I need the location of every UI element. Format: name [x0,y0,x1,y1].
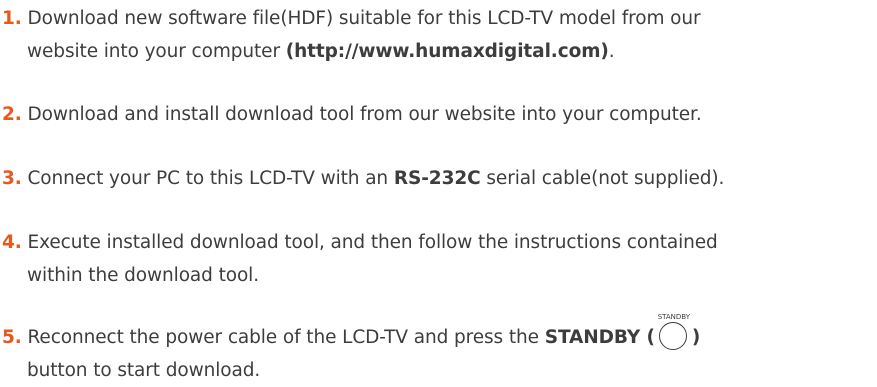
step-5: 5. Reconnect the power cable of the LCD-… [2,313,872,387]
step-text: Execute installed download tool, and the… [21,232,718,253]
step-2: 2. Download and install download tool fr… [2,98,872,131]
step-text: within the download tool. [27,265,259,286]
step-text: Reconnect the power cable of the LCD-TV … [21,327,545,348]
step-number: 5. [2,327,22,348]
step-text: . [608,41,615,62]
standby-button-icon: STANDBY [657,313,691,350]
step-text: Connect your PC to this LCD-TV with an [21,168,394,189]
standby-label-close: ) [691,327,701,348]
step-text: website into your computer [27,41,286,62]
cable-type: RS-232C [393,168,481,189]
step-text: button to start download. [27,360,261,381]
step-text: serial cable(not supplied). [480,168,725,189]
step-continuation: button to start download. [2,354,872,387]
step-continuation: within the download tool. [2,259,872,292]
circle-icon [658,322,687,350]
step-number: 1. [2,8,22,29]
step-number: 2. [2,104,22,125]
step-number: 3. [2,168,22,189]
standby-label: STANDBY ( [544,327,655,348]
step-text: Download new software file(HDF) suitable… [21,8,701,29]
standby-caption: STANDBY [657,313,691,321]
step-4: 4. Execute installed download tool, and … [2,226,872,292]
step-1: 1. Download new software file(HDF) suita… [2,2,872,68]
step-text: Download and install download tool from … [21,104,702,125]
website-url: (http://www.humaxdigital.com) [285,41,609,62]
step-number: 4. [2,232,22,253]
step-3: 3. Connect your PC to this LCD-TV with a… [2,162,872,195]
step-continuation: website into your computer (http://www.h… [2,35,872,68]
